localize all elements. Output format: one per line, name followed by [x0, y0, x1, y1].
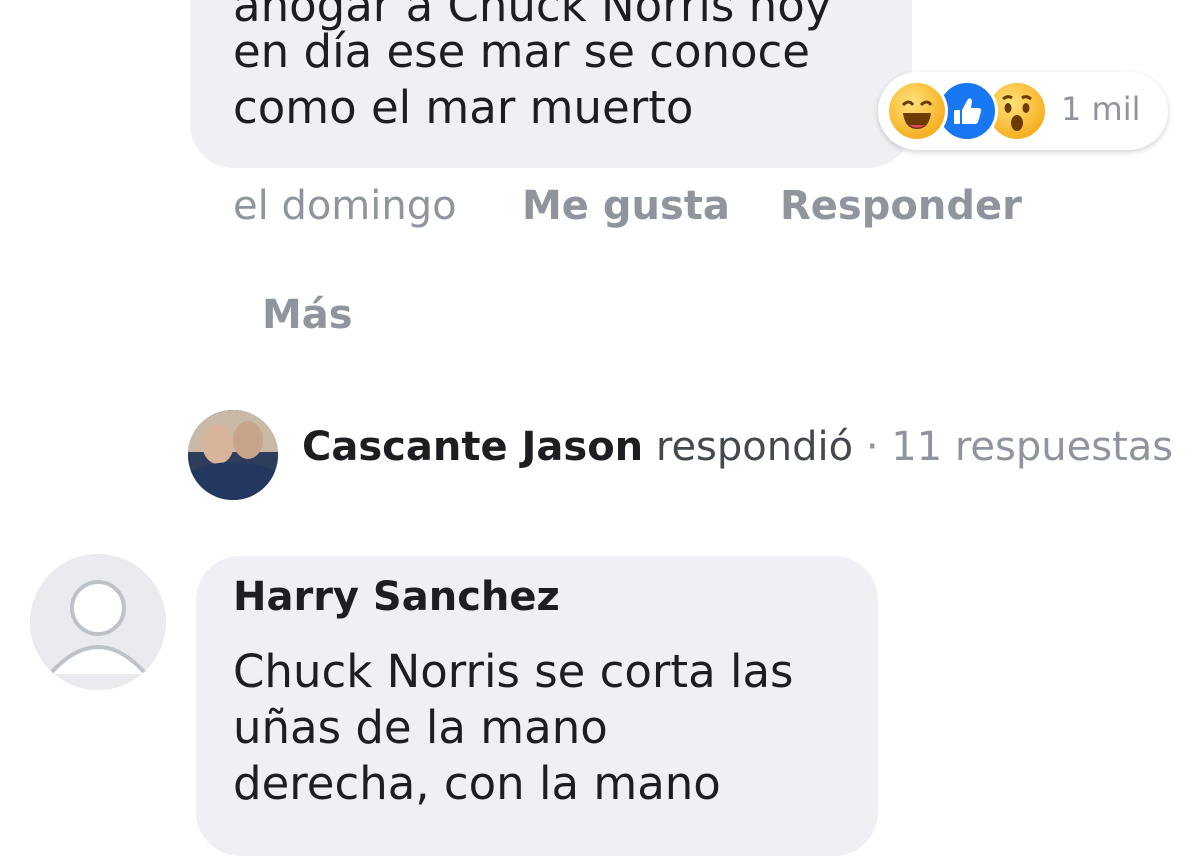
comment-text-line: en día ese mar se conoce — [233, 25, 810, 78]
reply-count: · 11 respuestas — [865, 424, 1174, 470]
replies-summary[interactable]: Cascante Jason respondió · 11 respuestas — [302, 424, 1173, 470]
reaction-count: 1 mil — [1061, 90, 1141, 128]
default-avatar-icon[interactable] — [30, 554, 166, 690]
comment-text-line: uñas de la mano — [233, 701, 608, 754]
haha-icon — [886, 80, 948, 142]
comment-text-line: derecha, con la mano — [233, 757, 721, 810]
reactions-summary[interactable]: 1 mil — [878, 72, 1168, 150]
reply-verb: respondió — [655, 424, 854, 470]
reply-button[interactable]: Responder — [780, 183, 1022, 229]
more-link[interactable]: Más — [262, 292, 353, 338]
comment-author[interactable]: Harry Sanchez — [233, 574, 560, 620]
avatar[interactable] — [188, 410, 278, 500]
like-button[interactable]: Me gusta — [522, 183, 730, 229]
comment-text-line: Chuck Norris se corta las — [233, 645, 794, 698]
reply-author-name[interactable]: Cascante Jason — [302, 424, 643, 470]
comment-timestamp[interactable]: el domingo — [233, 183, 457, 229]
comment-text-line: como el mar muerto — [233, 81, 694, 134]
